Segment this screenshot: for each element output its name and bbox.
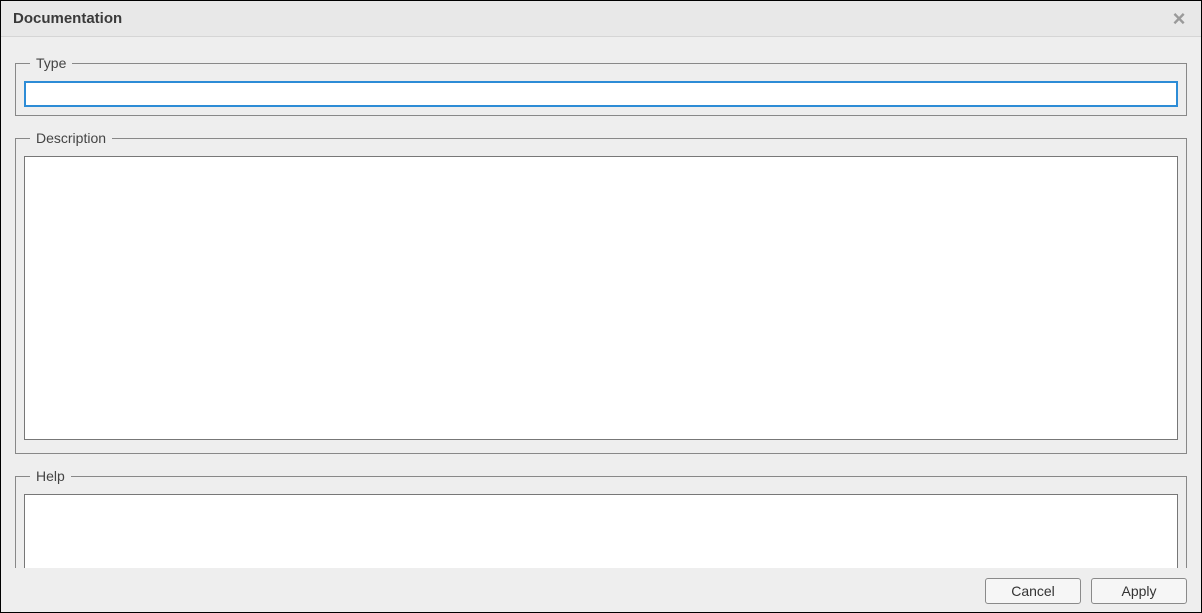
- dialog-title: Documentation: [13, 10, 122, 27]
- title-bar: Documentation ×: [1, 1, 1201, 37]
- documentation-dialog: Documentation × Type Description Help Ca…: [1, 1, 1201, 612]
- content-scroll-area[interactable]: Type Description Help: [1, 37, 1201, 568]
- description-fieldset: Description: [15, 130, 1187, 454]
- description-legend: Description: [30, 130, 112, 146]
- type-legend: Type: [30, 55, 72, 71]
- button-bar: Cancel Apply: [1, 568, 1201, 612]
- help-fieldset: Help: [15, 468, 1187, 568]
- close-icon[interactable]: ×: [1167, 7, 1191, 31]
- help-textarea[interactable]: [24, 494, 1178, 568]
- help-legend: Help: [30, 468, 71, 484]
- type-fieldset: Type: [15, 55, 1187, 116]
- type-input[interactable]: [24, 81, 1178, 107]
- apply-button[interactable]: Apply: [1091, 578, 1187, 604]
- description-textarea[interactable]: [24, 156, 1178, 440]
- cancel-button[interactable]: Cancel: [985, 578, 1081, 604]
